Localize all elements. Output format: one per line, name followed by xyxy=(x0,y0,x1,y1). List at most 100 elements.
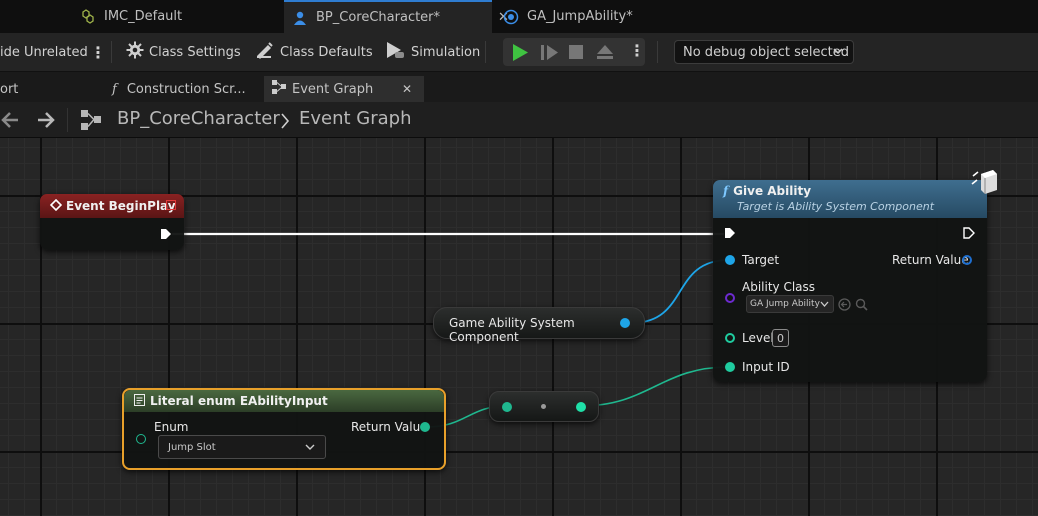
close-icon[interactable]: ✕ xyxy=(402,82,412,96)
reroute-input-pin[interactable] xyxy=(502,402,512,412)
eject-icon[interactable] xyxy=(596,44,614,65)
enum-label: Enum xyxy=(154,420,189,434)
kebab-menu-icon[interactable]: ⋮ xyxy=(90,33,106,71)
event-graph-icon xyxy=(272,80,286,98)
node-subtitle: Target is Ability System Component xyxy=(737,200,935,213)
literal-enum-node[interactable]: Literal enum EAbilityInput Enum Jump Slo… xyxy=(122,388,446,470)
graph-tab-strip: ort f Construction Scr... Event Graph ✕ xyxy=(0,72,1038,102)
play-options-kebab-icon[interactable]: ⋮ xyxy=(629,41,645,60)
chevron-right-icon xyxy=(280,113,290,133)
blueprint-graph-icon xyxy=(80,109,102,135)
breadcrumb-divider xyxy=(67,108,68,132)
tab-ga-jumpability[interactable]: GA_JumpAbility* xyxy=(503,0,633,33)
tab-label: GA_JumpAbility* xyxy=(527,9,633,24)
use-selected-asset-icon[interactable] xyxy=(838,298,851,315)
exec-out-pin[interactable] xyxy=(160,228,172,240)
enum-input-pin[interactable] xyxy=(136,434,146,444)
literal-node-icon xyxy=(134,393,145,409)
tab-label: IMC_Default xyxy=(104,9,183,24)
toolbar-divider xyxy=(111,41,112,63)
input-id-pin[interactable] xyxy=(725,362,735,372)
simulation-button[interactable]: Simulation xyxy=(385,33,480,71)
back-arrow-icon[interactable] xyxy=(0,110,20,134)
forward-arrow-icon[interactable] xyxy=(36,110,56,134)
node-header: f Give Ability Target is Ability System … xyxy=(713,180,987,218)
graph-breadcrumb-bar: BP_CoreCharacter Event Graph xyxy=(0,102,1038,138)
input-id-label: Input ID xyxy=(742,360,790,374)
target-pin[interactable] xyxy=(725,255,735,265)
asc-getter-node[interactable]: Game Ability System Component xyxy=(433,307,645,344)
node-header: Event BeginPlay xyxy=(40,194,184,218)
function-icon: f xyxy=(723,184,729,198)
ability-class-pin[interactable] xyxy=(725,293,735,303)
return-value-pin[interactable] xyxy=(962,255,972,265)
toolbar-divider xyxy=(485,41,486,63)
document-tab-strip: IMC_Default BP_CoreCharacter* ✕ GA_JumpA… xyxy=(0,0,1038,33)
tab-label: Construction Scr... xyxy=(126,81,246,97)
chevron-down-icon xyxy=(305,441,315,456)
hide-unrelated-label: ide Unrelated xyxy=(0,44,88,60)
function-icon: f xyxy=(112,81,117,97)
chevron-down-icon xyxy=(833,44,843,61)
play-icon[interactable] xyxy=(512,44,529,65)
level-pin[interactable] xyxy=(725,333,735,343)
reroute-node[interactable] xyxy=(489,391,599,422)
exec-in-pin[interactable] xyxy=(724,227,736,239)
step-icon[interactable] xyxy=(541,44,559,65)
tab-viewport[interactable]: ort xyxy=(0,76,102,102)
exec-out-pin[interactable] xyxy=(963,227,975,239)
node-title: Give Ability xyxy=(733,184,812,198)
tab-event-graph[interactable]: Event Graph ✕ xyxy=(264,76,424,102)
debug-object-value: No debug object selected xyxy=(683,44,850,60)
return-value-label: Return Value xyxy=(351,420,428,434)
enum-value: Jump Slot xyxy=(168,441,216,453)
class-defaults-label: Class Defaults xyxy=(280,44,373,60)
chevron-down-icon xyxy=(820,298,829,313)
server-only-icon xyxy=(971,170,999,200)
event-icon xyxy=(49,198,63,214)
simulation-label: Simulation xyxy=(411,44,481,60)
toolbar-divider xyxy=(657,41,658,63)
play-controls-group: ⋮ xyxy=(503,38,645,66)
level-value: 0 xyxy=(777,331,784,345)
tab-bp-corecharacter[interactable]: BP_CoreCharacter* ✕ xyxy=(284,0,509,33)
class-settings-button[interactable]: Class Settings xyxy=(126,33,241,71)
enum-value-dropdown[interactable]: Jump Slot xyxy=(158,435,326,459)
node-title: Game Ability System Component xyxy=(449,316,575,344)
level-label: Level xyxy=(742,331,774,345)
breadcrumb-blueprint[interactable]: BP_CoreCharacter xyxy=(117,108,280,129)
node-title: Literal enum EAbilityInput xyxy=(150,394,328,408)
browse-asset-icon[interactable] xyxy=(855,298,868,315)
event-beginplay-node[interactable]: Event BeginPlay xyxy=(40,194,184,250)
delegate-pin[interactable] xyxy=(166,200,176,210)
simulation-icon xyxy=(385,40,405,64)
tab-imc-default[interactable]: IMC_Default xyxy=(80,0,182,33)
node-header: Literal enum EAbilityInput xyxy=(124,390,444,412)
give-ability-node[interactable]: f Give Ability Target is Ability System … xyxy=(713,170,997,382)
gameplay-ability-icon xyxy=(503,9,519,25)
class-settings-label: Class Settings xyxy=(149,44,241,60)
tab-label: BP_CoreCharacter* xyxy=(316,10,441,25)
breadcrumb-graph[interactable]: Event Graph xyxy=(299,108,412,129)
reroute-output-pin[interactable] xyxy=(576,402,586,412)
conversion-dot-icon xyxy=(541,404,546,409)
blueprint-toolbar: ide Unrelated ⋮ Class Settings Class Def… xyxy=(0,33,1038,72)
level-input[interactable]: 0 xyxy=(772,329,789,347)
hide-unrelated-button[interactable]: ide Unrelated xyxy=(0,33,88,71)
gear-icon xyxy=(126,41,144,63)
stop-icon[interactable] xyxy=(569,45,583,63)
enum-return-pin[interactable] xyxy=(420,422,430,432)
return-value-label: Return Value xyxy=(892,253,969,267)
input-mapping-icon xyxy=(80,8,96,25)
tab-label: Event Graph xyxy=(292,81,374,97)
asc-output-pin[interactable] xyxy=(620,318,630,328)
tab-construction-script[interactable]: f Construction Scr... xyxy=(104,76,262,102)
node-title: Event BeginPlay xyxy=(66,199,176,213)
ability-class-dropdown[interactable]: GA Jump Ability xyxy=(746,295,834,313)
tab-label: ort xyxy=(0,81,19,97)
character-blueprint-icon xyxy=(292,10,308,26)
target-label: Target xyxy=(742,253,780,267)
ability-class-value: GA Jump Ability xyxy=(750,299,820,309)
debug-object-dropdown[interactable]: No debug object selected xyxy=(674,40,854,64)
class-defaults-button[interactable]: Class Defaults xyxy=(255,33,373,71)
